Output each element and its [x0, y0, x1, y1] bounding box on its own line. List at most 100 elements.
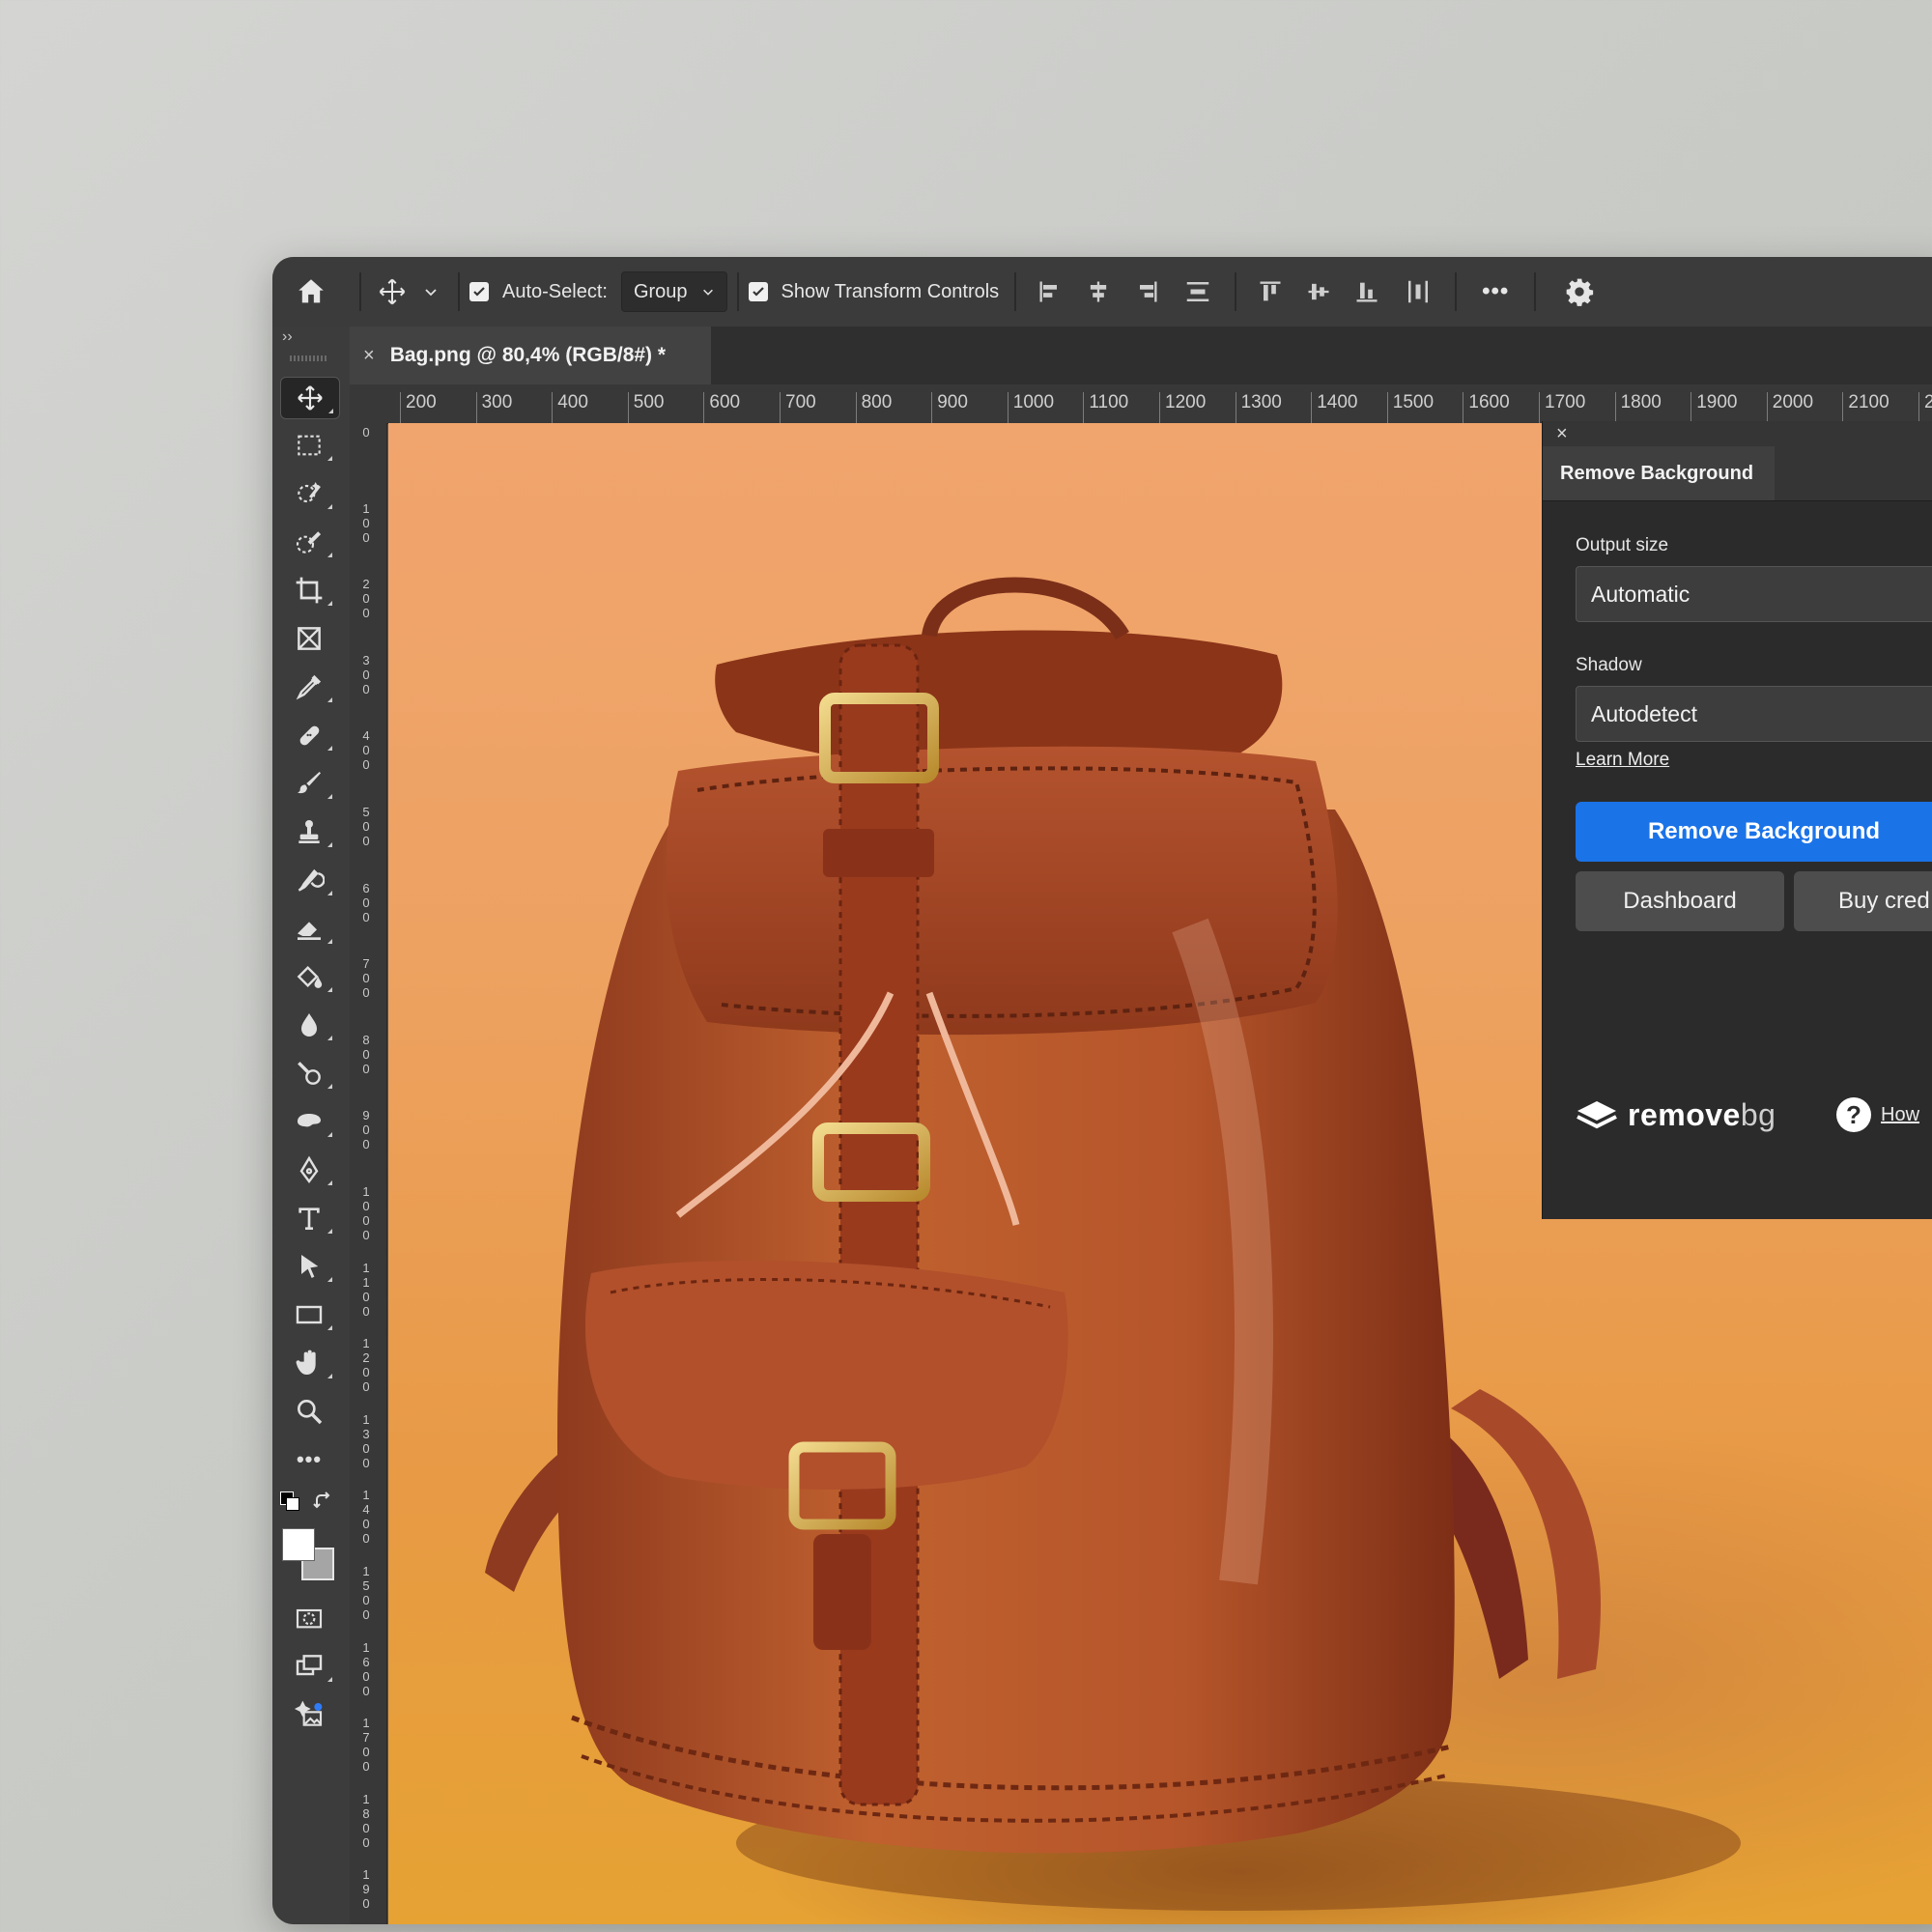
settings-button[interactable] — [1546, 276, 1613, 307]
removebg-layers-icon — [1577, 1100, 1617, 1128]
foreground-color-swatch[interactable] — [282, 1528, 315, 1561]
more-options-button[interactable]: ••• — [1466, 278, 1524, 305]
drop-icon — [301, 1013, 317, 1037]
object-selection-tool[interactable] — [280, 473, 338, 514]
ruler-tick-label: 1800 — [362, 1791, 370, 1850]
crop-icon — [296, 577, 323, 604]
hand-tool[interactable] — [280, 1343, 338, 1383]
horizontal-ruler[interactable]: 200 300 400 500 600 700 800 900 1000 1100 1200 1300… — [386, 384, 1932, 424]
quick-selection-icon — [296, 531, 322, 554]
edit-toolbar-button[interactable]: ••• — [280, 1439, 338, 1480]
preset-dropdown[interactable] — [413, 284, 448, 299]
type-icon — [298, 1208, 320, 1230]
home-button[interactable] — [272, 257, 350, 327]
move-tool[interactable] — [280, 377, 340, 419]
ruler-tick-label: 300 — [362, 652, 370, 696]
crop-tool[interactable] — [280, 570, 338, 611]
blur-tool[interactable] — [280, 1005, 338, 1045]
paint-bucket-tool[interactable] — [280, 956, 338, 997]
show-transform-checkbox[interactable] — [748, 282, 768, 301]
type-tool[interactable] — [280, 1198, 338, 1238]
ruler-tick-label: 0 — [362, 425, 370, 440]
rectangle-icon — [296, 1305, 323, 1324]
ruler-tick-label: 1800 — [1614, 392, 1662, 423]
learn-more-link[interactable]: Learn More — [1576, 750, 1669, 771]
dodge-tool[interactable] — [280, 1053, 338, 1094]
auto-select-dropdown[interactable]: Group — [620, 271, 727, 312]
align-top-button[interactable] — [1246, 278, 1294, 305]
ruler-tick-label: 100 — [362, 500, 370, 545]
chevron-down-icon — [702, 289, 713, 296]
align-left-button[interactable] — [1026, 278, 1074, 305]
panel-grip[interactable] — [290, 355, 328, 361]
default-colors-button[interactable] — [280, 1492, 299, 1511]
sparkle-image-icon — [294, 1700, 323, 1726]
eraser-tool[interactable] — [280, 908, 338, 949]
close-tab-button[interactable]: × — [363, 345, 375, 367]
generative-fill-button[interactable] — [280, 1694, 338, 1735]
align-middle-icon — [1308, 283, 1329, 300]
frame-tool[interactable] — [280, 618, 338, 659]
brand-strong: remove — [1628, 1097, 1741, 1132]
swap-colors-button[interactable] — [311, 1490, 334, 1518]
quick-mask-button[interactable] — [280, 1598, 338, 1638]
quick-selection-tool[interactable] — [280, 522, 338, 562]
ruler-tick-label: 190 — [362, 1867, 370, 1912]
eraser-icon — [298, 922, 321, 940]
auto-select-label: Auto-Select: — [502, 280, 608, 302]
document-tab[interactable]: × Bag.png @ 80,4% (RGB/8#) * — [350, 327, 711, 384]
photoshop-window: Auto-Select: Group Show Transform Contro… — [272, 257, 1932, 1924]
ruler-tick-label: 900 — [931, 392, 968, 423]
marquee-tool[interactable] — [280, 425, 338, 466]
ruler-tick-label: 1200 — [1159, 392, 1206, 423]
screen-mode-button[interactable] — [280, 1646, 338, 1687]
rectangle-tool[interactable] — [280, 1294, 338, 1335]
history-brush-tool[interactable] — [280, 860, 338, 900]
ruler-tick-label: 500 — [627, 392, 665, 423]
collapse-panel-button[interactable]: ›› — [282, 328, 293, 346]
check-icon — [473, 287, 485, 297]
show-transform-label: Show Transform Controls — [781, 280, 1000, 302]
paint-bucket-icon — [297, 965, 323, 988]
history-brush-icon — [298, 868, 325, 892]
align-bottom-button[interactable] — [1343, 278, 1391, 305]
align-middle-button[interactable] — [1294, 278, 1343, 305]
vertical-ruler[interactable]: 0 100 200 300 400 500 600 700 800 900 1000 1100 1200… — [350, 423, 387, 1924]
healing-brush-tool[interactable] — [280, 715, 338, 755]
zoom-tool[interactable] — [280, 1391, 338, 1432]
ruler-origin[interactable] — [350, 384, 386, 423]
clone-stamp-tool[interactable] — [280, 811, 338, 852]
distribute-horizontal-button[interactable] — [1391, 277, 1445, 306]
ruler-tick-label: 2100 — [1842, 392, 1889, 423]
move-tool-preset[interactable] — [371, 277, 413, 306]
ruler-tick-label: 2000 — [1766, 392, 1813, 423]
check-icon — [752, 287, 764, 297]
eyedropper-tool[interactable] — [280, 667, 338, 707]
align-right-button[interactable] — [1122, 278, 1171, 305]
auto-select-checkbox[interactable] — [469, 282, 489, 301]
separator — [458, 272, 460, 311]
align-center-h-button[interactable] — [1074, 278, 1122, 305]
path-selection-tool[interactable] — [280, 1246, 338, 1287]
ruler-tick-label: 1500 — [362, 1564, 370, 1622]
help-link[interactable]: ? How — [1836, 1097, 1919, 1132]
ruler-tick-label: 600 — [362, 880, 370, 924]
output-size-select[interactable]: Automatic — [1576, 566, 1932, 622]
separator — [359, 272, 361, 311]
pen-tool[interactable] — [280, 1150, 338, 1190]
ruler-tick-label: 1400 — [1311, 392, 1357, 423]
ruler-tick-label: 1700 — [1539, 392, 1585, 423]
pen-icon — [299, 1155, 319, 1183]
panel-tab-remove-background[interactable]: Remove Background — [1543, 446, 1775, 500]
buy-credits-button[interactable]: Buy cred — [1794, 871, 1932, 931]
distribute-vertical-button[interactable] — [1171, 277, 1225, 306]
shadow-select[interactable]: Autodetect — [1576, 686, 1932, 742]
brush-tool[interactable] — [280, 763, 338, 804]
shadow-value: Autodetect — [1591, 700, 1697, 726]
arrow-pointer-icon — [301, 1255, 319, 1278]
smudge-tool[interactable] — [280, 1101, 338, 1142]
dashboard-button[interactable]: Dashboard — [1576, 871, 1784, 931]
remove-background-button[interactable]: Remove Background — [1576, 802, 1932, 862]
close-panel-button[interactable]: × — [1556, 421, 1568, 446]
ruler-tick-label: 1900 — [1690, 392, 1737, 423]
